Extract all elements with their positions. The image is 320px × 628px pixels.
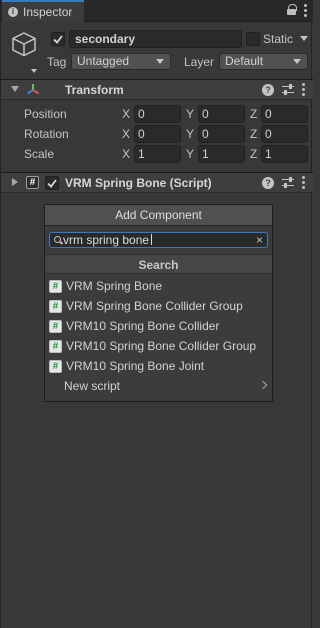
list-item[interactable]: # VRM Spring Bone Collider Group bbox=[45, 296, 272, 316]
list-item-label: VRM10 Spring Bone Joint bbox=[66, 359, 205, 373]
inspector-window: i Inspector secondary Static Tag Untagge… bbox=[0, 0, 313, 628]
rotation-y-field[interactable]: 0 bbox=[198, 125, 245, 143]
tab-bar: i Inspector bbox=[1, 0, 313, 22]
static-dropdown-caret[interactable] bbox=[300, 36, 308, 41]
menu-icon[interactable] bbox=[304, 4, 307, 17]
clear-icon[interactable]: × bbox=[256, 233, 263, 247]
script-icon: # bbox=[26, 176, 39, 189]
add-component-title[interactable]: Add Component bbox=[45, 205, 272, 226]
menu-icon[interactable] bbox=[302, 83, 305, 96]
position-row: Position X 0 Y 0 Z 0 bbox=[1, 104, 313, 124]
tab-icons bbox=[287, 4, 307, 17]
rotation-x-field[interactable]: 0 bbox=[134, 125, 181, 143]
search-section-header: Search bbox=[45, 254, 272, 274]
chevron-right-icon bbox=[258, 380, 268, 390]
static-label[interactable]: Static bbox=[263, 32, 293, 46]
tab-label: Inspector bbox=[23, 5, 73, 19]
list-item[interactable]: # VRM10 Spring Bone Collider bbox=[45, 316, 272, 336]
x-axis-label[interactable]: X bbox=[122, 147, 130, 161]
layer-label: Layer bbox=[184, 55, 215, 69]
x-axis-label[interactable]: X bbox=[122, 107, 130, 121]
list-item-label: VRM Spring Bone Collider Group bbox=[66, 299, 243, 313]
add-component-popup: Add Component vrm spring bone × Search #… bbox=[44, 204, 273, 402]
y-axis-label[interactable]: Y bbox=[186, 107, 194, 121]
z-axis-label[interactable]: Z bbox=[250, 107, 257, 121]
gameobject-header: secondary Static Tag Untagged Layer Defa… bbox=[1, 23, 313, 78]
list-item-label: VRM Spring Bone bbox=[66, 279, 163, 293]
z-axis-label[interactable]: Z bbox=[250, 127, 257, 141]
scale-z-field[interactable]: 1 bbox=[261, 145, 308, 163]
z-axis-label[interactable]: Z bbox=[250, 147, 257, 161]
script-icon: # bbox=[49, 299, 62, 313]
lock-icon[interactable] bbox=[287, 4, 297, 15]
transform-header[interactable]: Transform ? bbox=[1, 79, 313, 100]
static-checkbox[interactable] bbox=[246, 32, 260, 46]
transform-header-icons: ? bbox=[262, 83, 305, 96]
foldout-arrow-icon[interactable] bbox=[11, 86, 19, 92]
position-z-field[interactable]: 0 bbox=[261, 105, 308, 123]
new-script-label: New script bbox=[64, 379, 121, 393]
scale-y-field[interactable]: 1 bbox=[198, 145, 245, 163]
chevron-down-icon bbox=[293, 59, 301, 64]
scale-label[interactable]: Scale bbox=[24, 147, 54, 161]
search-icon bbox=[54, 236, 61, 243]
y-axis-label[interactable]: Y bbox=[186, 127, 194, 141]
x-axis-label[interactable]: X bbox=[122, 127, 130, 141]
position-y-field[interactable]: 0 bbox=[198, 105, 245, 123]
rotation-label[interactable]: Rotation bbox=[24, 127, 69, 141]
presets-icon[interactable] bbox=[282, 176, 294, 189]
script-component-header[interactable]: # VRM Spring Bone (Script) ? bbox=[1, 172, 313, 193]
help-icon[interactable]: ? bbox=[262, 176, 274, 189]
list-item-label: VRM10 Spring Bone Collider bbox=[66, 319, 220, 333]
list-item[interactable]: # VRM Spring Bone bbox=[45, 276, 272, 296]
scale-x-field[interactable]: 1 bbox=[134, 145, 181, 163]
search-value: vrm spring bone bbox=[63, 233, 150, 247]
position-x-field[interactable]: 0 bbox=[134, 105, 181, 123]
help-icon[interactable]: ? bbox=[262, 83, 274, 96]
script-icon: # bbox=[49, 339, 62, 353]
script-component-title: VRM Spring Bone (Script) bbox=[65, 176, 212, 190]
tab-inspector[interactable]: i Inspector bbox=[2, 0, 84, 22]
new-script-item[interactable]: New script bbox=[45, 376, 272, 396]
script-icon: # bbox=[49, 279, 62, 293]
component-search-input[interactable]: vrm spring bone × bbox=[49, 232, 268, 248]
active-checkbox[interactable] bbox=[51, 32, 65, 46]
layer-dropdown[interactable]: Default bbox=[219, 53, 308, 70]
icon-dropdown-caret[interactable] bbox=[31, 69, 37, 73]
rotation-row: Rotation X 0 Y 0 Z 0 bbox=[1, 124, 313, 144]
tag-dropdown[interactable]: Untagged bbox=[71, 53, 171, 70]
script-icon: # bbox=[49, 359, 62, 373]
list-item[interactable]: # VRM10 Spring Bone Joint bbox=[45, 356, 272, 376]
tag-label: Tag bbox=[47, 55, 67, 69]
presets-icon[interactable] bbox=[282, 83, 294, 96]
list-item-label: VRM10 Spring Bone Collider Group bbox=[66, 339, 257, 353]
y-axis-label[interactable]: Y bbox=[186, 147, 194, 161]
foldout-arrow-icon[interactable] bbox=[12, 178, 18, 186]
chevron-down-icon bbox=[156, 59, 164, 64]
list-item[interactable]: # VRM10 Spring Bone Collider Group bbox=[45, 336, 272, 356]
script-icon: # bbox=[49, 319, 62, 333]
name-field[interactable]: secondary bbox=[69, 30, 242, 48]
menu-icon[interactable] bbox=[302, 176, 305, 189]
script-header-icons: ? bbox=[262, 176, 305, 189]
position-label[interactable]: Position bbox=[24, 107, 67, 121]
rotation-z-field[interactable]: 0 bbox=[261, 125, 308, 143]
info-icon: i bbox=[8, 7, 18, 17]
layer-value: Default bbox=[225, 54, 264, 68]
component-enabled-checkbox[interactable] bbox=[45, 176, 59, 190]
cube-icon[interactable] bbox=[9, 29, 39, 59]
tag-value: Untagged bbox=[77, 54, 130, 68]
transform-icon bbox=[26, 84, 40, 95]
transform-title: Transform bbox=[65, 83, 124, 97]
scale-row: Scale X 1 Y 1 Z 1 bbox=[1, 144, 313, 164]
